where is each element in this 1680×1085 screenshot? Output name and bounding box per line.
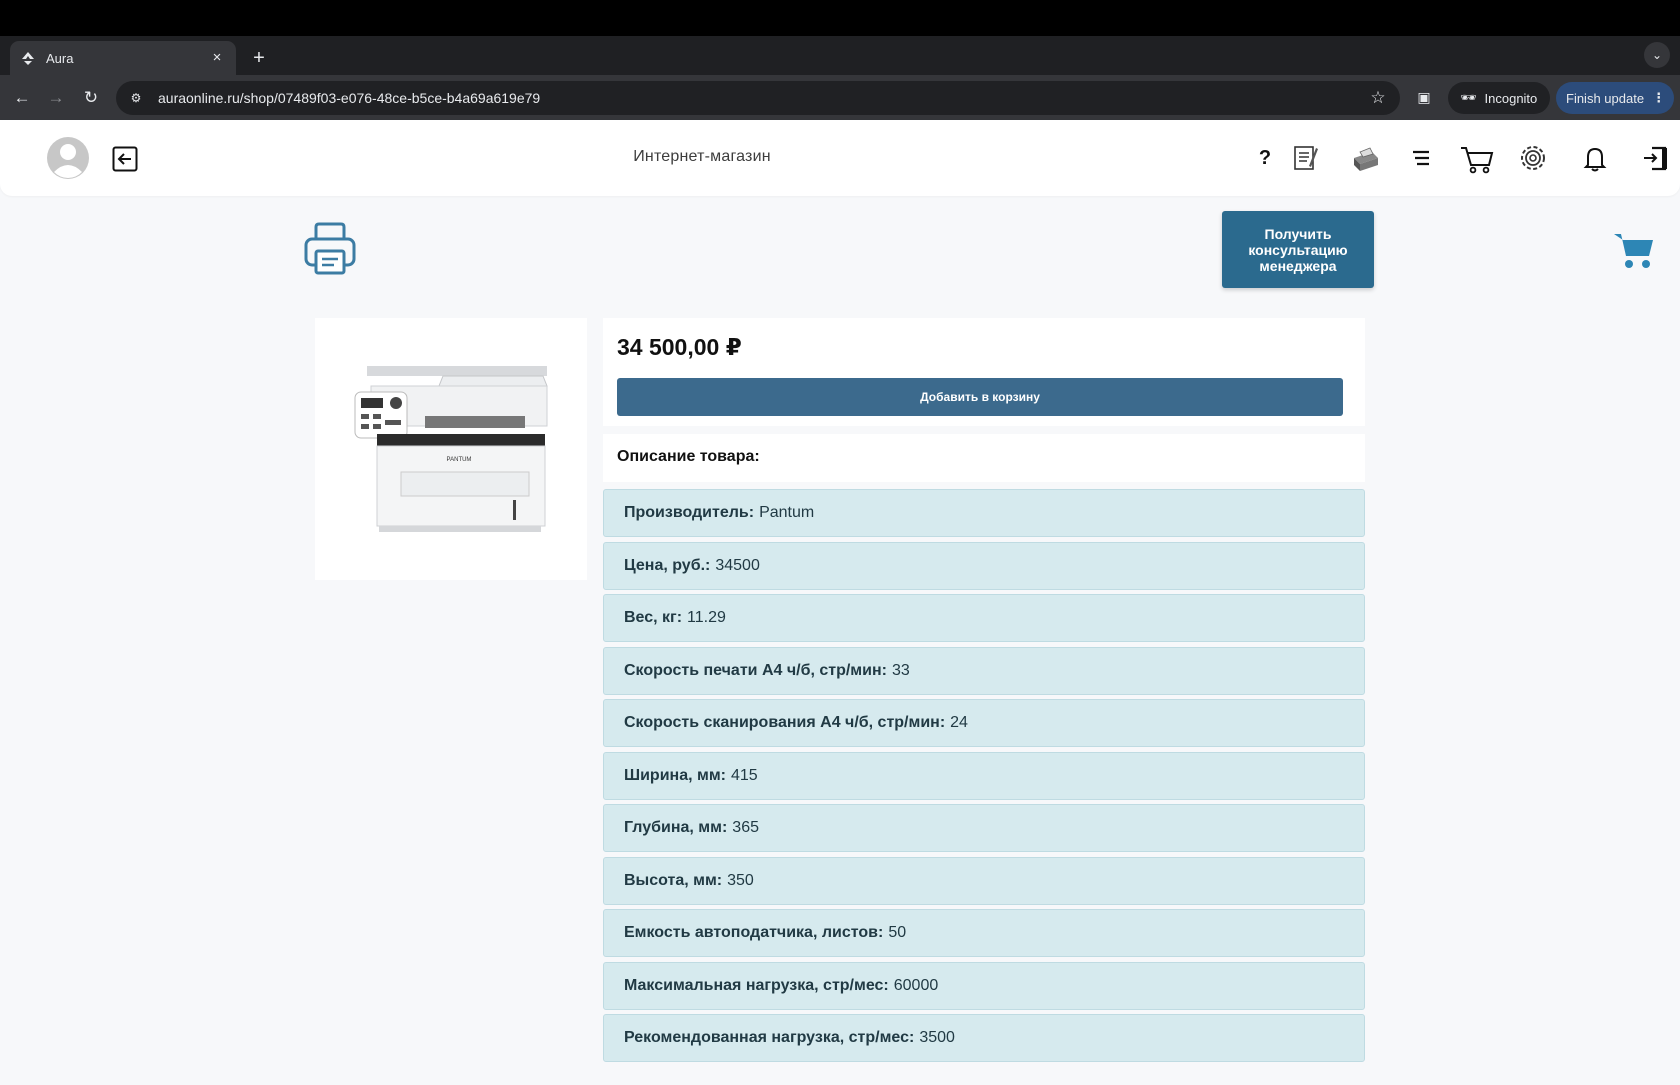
logout-icon[interactable] xyxy=(1636,138,1676,178)
spec-value: 3500 xyxy=(919,1029,955,1046)
spec-row: Вес, кг: 11.29 xyxy=(603,594,1365,642)
price-card: 34 500,00 ₽ Добавить в корзину xyxy=(603,318,1365,426)
spec-label: Производитель: xyxy=(624,504,755,521)
manager-consultation-button[interactable]: Получить консультацию менеджера xyxy=(1222,211,1374,288)
tab-close-icon[interactable]: × xyxy=(208,49,226,67)
finish-update-button[interactable]: Finish update ⋮ xyxy=(1556,82,1674,114)
finish-update-label: Finish update xyxy=(1566,90,1645,106)
spec-row: Емкость автоподатчика, листов: 50 xyxy=(603,909,1365,957)
spec-row: Глубина, мм: 365 xyxy=(603,804,1365,852)
page-title: Интернет-магазин xyxy=(633,148,771,165)
settings-gear-icon[interactable] xyxy=(1513,138,1553,178)
spec-row: Ширина, мм: 415 xyxy=(603,751,1365,800)
spec-label: Рекомендованная нагрузка, стр/мес: xyxy=(624,1029,915,1046)
spec-value: 33 xyxy=(891,661,910,679)
spec-value: 24 xyxy=(950,714,968,731)
spec-value: 50 xyxy=(888,924,907,941)
spec-label: Максимальная нагрузка, стр/мес: xyxy=(624,976,889,994)
site-header: Интернет-магазин ? xyxy=(0,120,1680,196)
cart-icon[interactable] xyxy=(1457,138,1497,178)
spec-value: 415 xyxy=(730,766,758,784)
add-to-cart-button[interactable]: Добавить в корзину xyxy=(617,378,1343,416)
spec-list: Производитель: Pantum Цена, руб.: 34500 Ве… xyxy=(603,489,1365,1067)
browser-tab[interactable]: Aura × xyxy=(10,41,236,75)
new-tab-button[interactable]: + xyxy=(247,46,271,70)
url-text[interactable]: auraonline.ru/shop/07489f03-e076-48ce-b5… xyxy=(158,90,1366,106)
spec-value: 34500 xyxy=(715,556,760,574)
incognito-icon: 🕶 xyxy=(1460,90,1477,105)
product-image-card: PANTUM xyxy=(315,318,587,580)
notes-icon[interactable] xyxy=(1285,138,1325,178)
spec-label: Скорость сканирования А4 ч/б, стр/мин: xyxy=(624,714,946,731)
spec-label: Емкость автоподатчика, листов: xyxy=(624,924,884,941)
reload-icon[interactable]: ↻ xyxy=(79,86,103,110)
aura-favicon-icon xyxy=(20,50,36,66)
spec-row: Скорость печати А4 ч/б, стр/мин: 33 xyxy=(603,646,1365,695)
spec-label: Глубина, мм: xyxy=(624,819,728,836)
printer-brand-text: PANTUM xyxy=(447,457,472,463)
tab-strip: Aura × + ⌄ xyxy=(0,36,1680,75)
spec-label: Скорость печати А4 ч/б, стр/мин: xyxy=(624,661,887,679)
spec-value: 350 xyxy=(727,871,754,889)
side-panel-icon[interactable]: ▣ xyxy=(1414,87,1434,107)
address-bar[interactable]: ⚙ auraonline.ru/shop/07489f03-e076-48ce-… xyxy=(116,81,1400,115)
user-avatar-icon[interactable] xyxy=(46,136,90,180)
spec-row: Производитель: Pantum xyxy=(603,489,1365,537)
spec-value: 11.29 xyxy=(687,609,726,626)
spec-label: Цена, руб.: xyxy=(624,556,711,574)
spec-value: 365 xyxy=(732,819,759,836)
spec-row: Цена, руб.: 34500 xyxy=(603,541,1365,590)
browser-toolbar: ← → ↻ ⚙ auraonline.ru/shop/07489f03-e076… xyxy=(0,75,1680,120)
description-header: Описание товара: xyxy=(603,434,1365,482)
forward-arrow-icon[interactable]: → xyxy=(44,86,68,110)
incognito-badge[interactable]: 🕶 Incognito xyxy=(1448,82,1550,114)
spec-row: Рекомендованная нагрузка, стр/мес: 3500 xyxy=(603,1014,1365,1062)
tab-title: Aura xyxy=(46,50,74,66)
floating-cart-icon[interactable] xyxy=(1612,230,1656,270)
spec-value: Pantum xyxy=(759,504,815,521)
spec-value: 60000 xyxy=(893,976,939,994)
back-square-icon[interactable] xyxy=(112,146,138,172)
spec-row: Высота, мм: 350 xyxy=(603,856,1365,905)
back-arrow-icon[interactable]: ← xyxy=(10,86,34,110)
description-title: Описание товара: xyxy=(617,448,760,465)
os-top-bar xyxy=(0,0,1680,36)
spec-label: Ширина, мм: xyxy=(624,766,726,784)
spec-label: Вес, кг: xyxy=(624,609,683,626)
bell-icon[interactable] xyxy=(1575,138,1615,178)
tab-search-chevron-icon[interactable]: ⌄ xyxy=(1644,42,1670,68)
spec-row: Скорость сканирования А4 ч/б, стр/мин: 24 xyxy=(603,699,1365,747)
spec-row: Максимальная нагрузка, стр/мес: 60000 xyxy=(603,961,1365,1010)
site-info-icon[interactable]: ⚙ xyxy=(126,91,146,105)
help-icon[interactable]: ? xyxy=(1245,138,1285,178)
incognito-label: Incognito xyxy=(1484,90,1538,106)
printer-3d-icon[interactable] xyxy=(1345,138,1385,178)
printer-product-image[interactable]: PANTUM xyxy=(353,360,553,540)
spec-label: Высота, мм: xyxy=(624,871,723,889)
printer-logo-icon xyxy=(304,222,356,275)
menu-lines-icon[interactable] xyxy=(1401,138,1441,178)
bookmark-star-icon[interactable]: ☆ xyxy=(1366,88,1390,108)
more-vertical-icon: ⋮ xyxy=(1652,90,1666,105)
product-price: 34 500,00 ₽ xyxy=(617,334,742,360)
